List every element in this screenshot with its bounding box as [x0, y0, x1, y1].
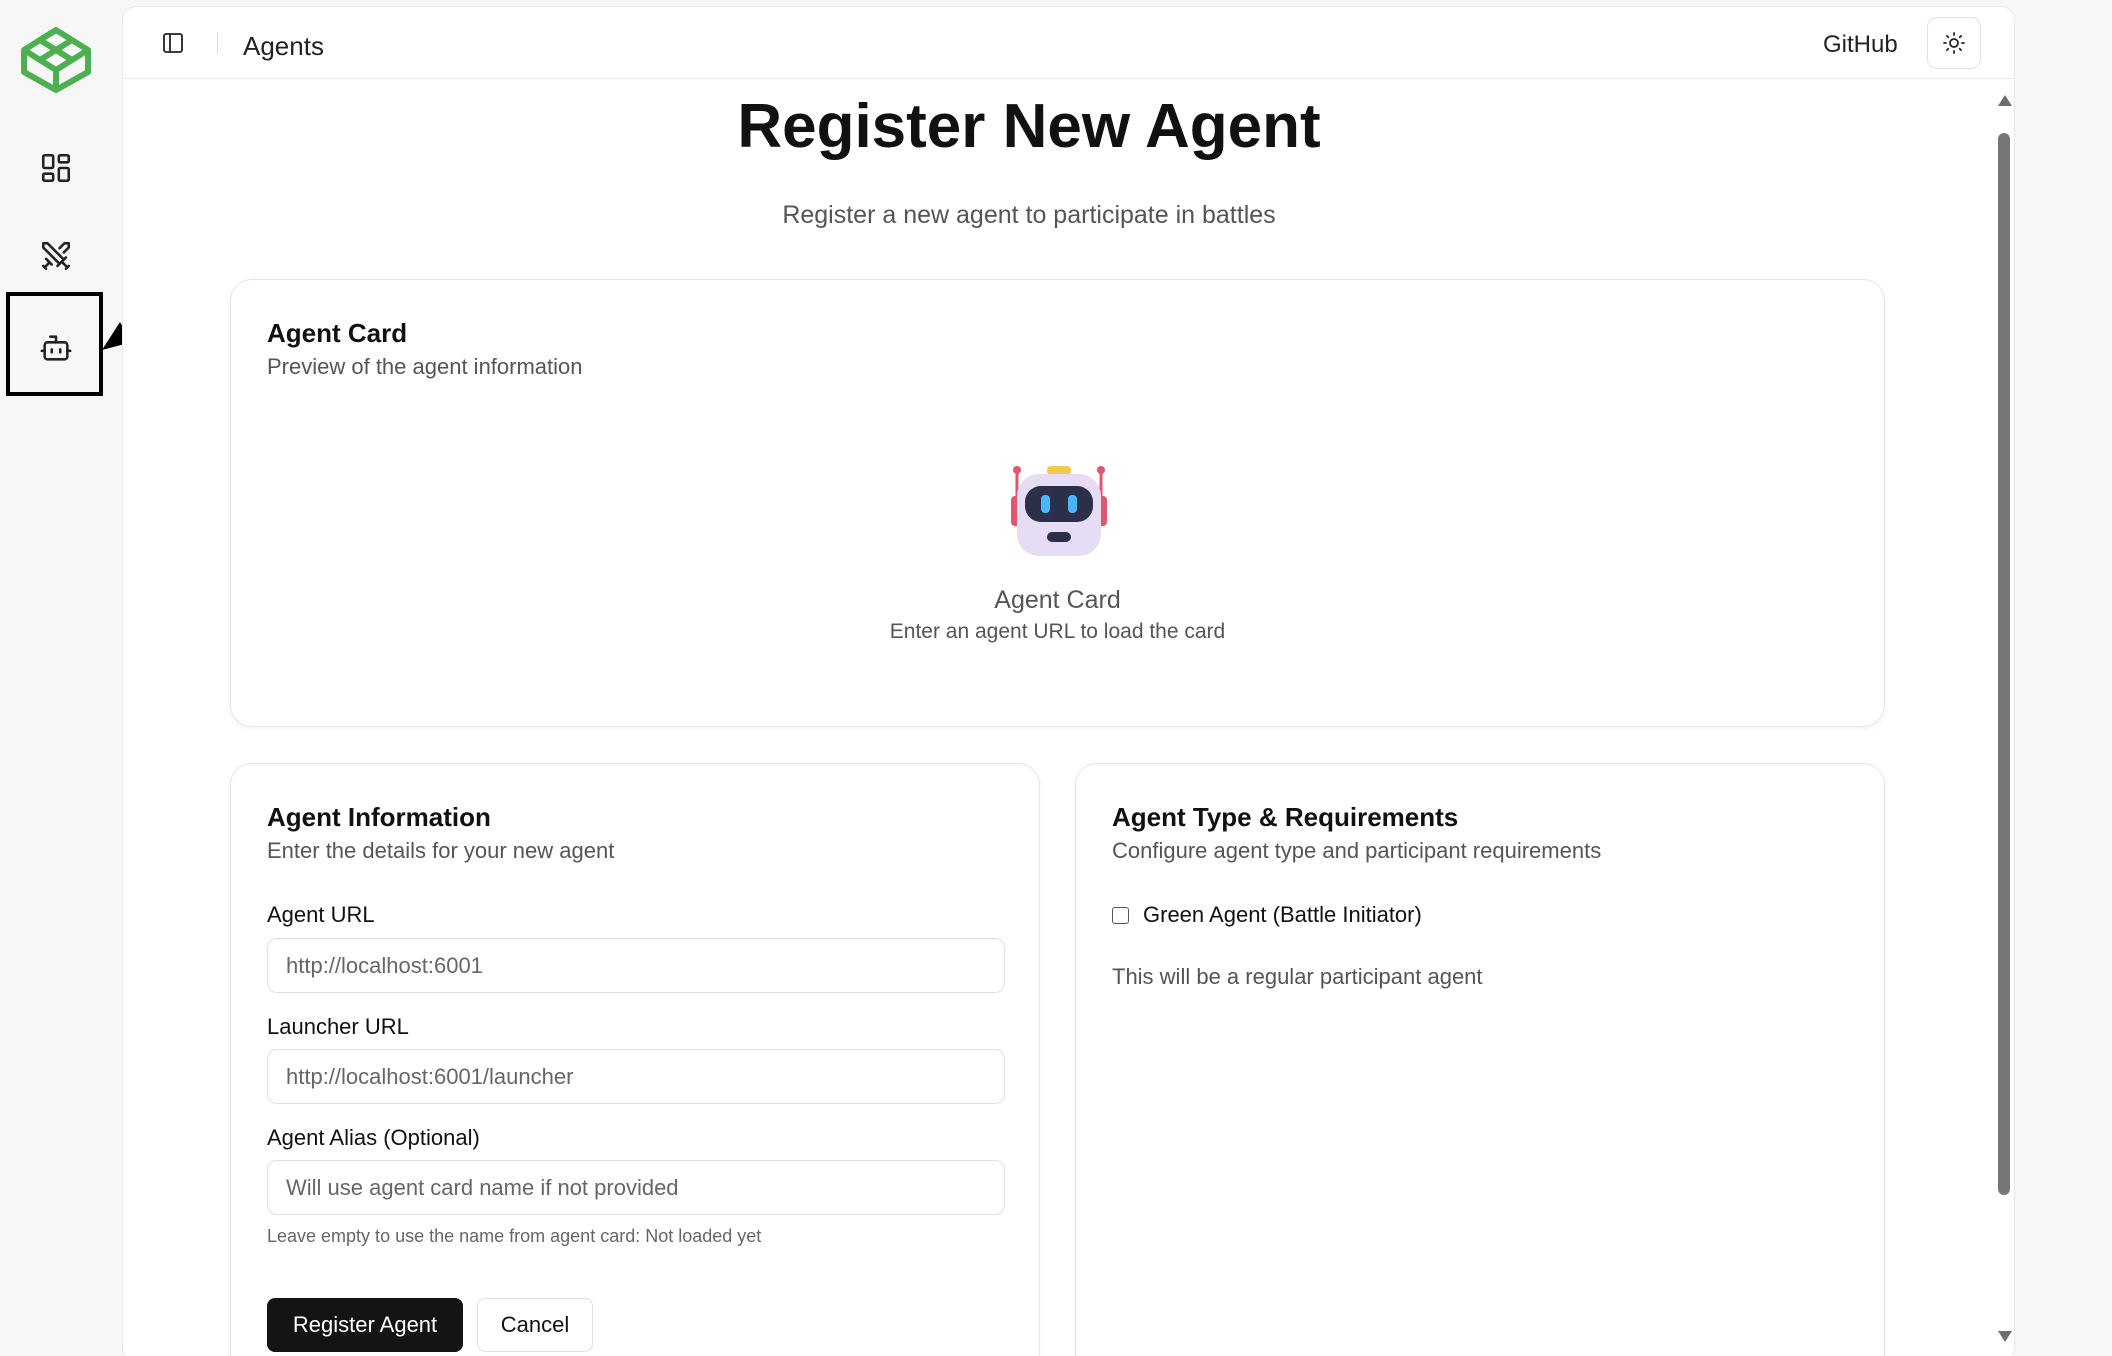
agent-alias-input[interactable]	[267, 1160, 1005, 1215]
cancel-button[interactable]: Cancel	[477, 1298, 593, 1352]
annotation-highlight-box	[6, 292, 103, 396]
sidebar-item-battles[interactable]	[30, 230, 82, 282]
launcher-url-input[interactable]	[267, 1049, 1005, 1104]
green-agent-label[interactable]: Green Agent (Battle Initiator)	[1143, 902, 1422, 928]
empty-state-title: Agent Card	[994, 586, 1121, 614]
theme-toggle-button[interactable]	[1927, 17, 1981, 69]
sun-icon	[1943, 32, 1965, 54]
empty-state-hint: Enter an agent URL to load the card	[889, 620, 1226, 643]
agent-type-note: This will be a regular participant agent	[1112, 964, 1483, 989]
card-description: Enter the details for your new agent	[267, 838, 615, 863]
register-agent-button[interactable]: Register Agent	[267, 1298, 463, 1352]
card-description: Preview of the agent information	[267, 354, 583, 379]
page-subtitle: Register a new agent to participate in b…	[782, 201, 1276, 229]
panel-left-icon	[163, 33, 183, 53]
header-divider	[217, 32, 218, 54]
breadcrumb: Agents	[243, 31, 324, 61]
green-agent-option[interactable]: Green Agent (Battle Initiator)	[1112, 902, 1422, 928]
scrollbar-thumb[interactable]	[1998, 133, 2010, 1195]
robot-emoji-icon	[1011, 466, 1107, 556]
agent-url-label: Agent URL	[267, 902, 375, 927]
agent-card-preview: Agent Card Preview of the agent informat…	[230, 279, 1885, 727]
green-agent-checkbox[interactable]	[1112, 906, 1129, 924]
card-title: Agent Type & Requirements	[1112, 802, 1459, 832]
app-logo-icon[interactable]	[20, 26, 92, 94]
card-title: Agent Card	[267, 318, 408, 348]
crossed-swords-icon	[41, 241, 71, 271]
agent-url-input[interactable]	[267, 938, 1005, 993]
launcher-url-label: Launcher URL	[267, 1014, 409, 1039]
sidebar-rail	[0, 0, 122, 1356]
agent-alias-label: Agent Alias (Optional)	[267, 1125, 480, 1150]
agent-type-card: Agent Type & Requirements Configure agen…	[1075, 763, 1885, 1356]
agent-information-card: Agent Information Enter the details for …	[230, 763, 1040, 1356]
top-bar: Agents GitHub	[123, 7, 2014, 79]
card-description: Configure agent type and participant req…	[1112, 838, 1602, 863]
sidebar-toggle-button[interactable]	[157, 27, 189, 59]
sidebar-item-dashboard[interactable]	[30, 142, 82, 194]
github-link[interactable]: GitHub	[1823, 31, 1898, 59]
scroll-down-icon[interactable]	[1998, 1331, 2012, 1342]
main-panel: Agents GitHub Register New Agent Registe…	[122, 6, 2015, 1356]
page-scrollbar[interactable]	[1995, 87, 2013, 1356]
scroll-up-icon[interactable]	[1998, 95, 2012, 106]
page-title: Register New Agent	[737, 92, 1321, 161]
card-title: Agent Information	[267, 802, 491, 832]
dashboard-grid-icon	[41, 153, 71, 183]
alias-helper-text: Leave empty to use the name from agent c…	[267, 1226, 762, 1246]
